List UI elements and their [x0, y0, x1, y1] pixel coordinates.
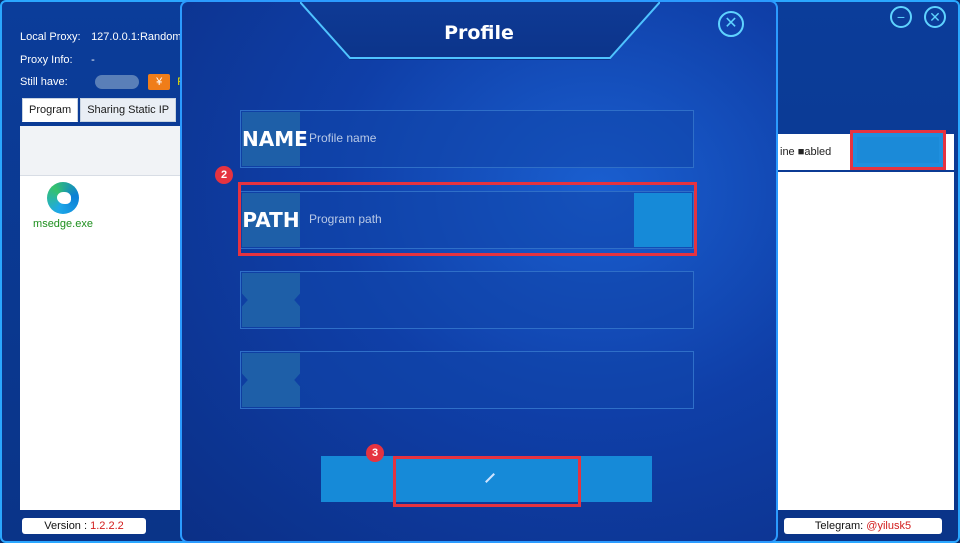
yen-icon[interactable]: ¥	[148, 74, 171, 90]
proxy-info-label: Proxy Info:	[20, 54, 73, 66]
tab-program[interactable]: Program	[22, 98, 79, 122]
program-item-msedge[interactable]: msedge.exe	[28, 182, 98, 230]
still-have-row: Still have: ¥ Re	[20, 74, 191, 90]
version-value: 1.2.2.2	[90, 520, 124, 532]
still-have-label: Still have:	[20, 75, 68, 88]
add-profile-button-face	[857, 137, 939, 163]
profile-list	[778, 172, 954, 510]
highlight-save	[393, 456, 581, 507]
tab-sharing-static-ip[interactable]: Sharing Static IP	[80, 98, 177, 122]
add-profile-button[interactable]	[850, 130, 946, 170]
edge-icon	[47, 182, 79, 214]
field-4-badge	[242, 353, 300, 407]
tab-bar: Program Sharing Static IP	[22, 98, 178, 122]
profile-name-field[interactable]: NAME Profile name	[240, 110, 694, 168]
proxy-info-value: -	[91, 54, 95, 66]
dialog-title: Profile	[444, 22, 514, 44]
version-badge: Version : 1.2.2.2	[22, 518, 146, 534]
local-proxy-value: 127.0.0.1:Random	[91, 31, 182, 43]
profile-name-input[interactable]: Profile name	[309, 131, 376, 145]
program-label: msedge.exe	[33, 218, 93, 230]
program-panel: msedge.exe	[20, 126, 185, 510]
close-icon[interactable]: ✕	[718, 11, 744, 37]
minimize-icon[interactable]: −	[890, 6, 912, 28]
column-label-enabled: ine ■abled	[780, 146, 832, 158]
profile-field-4[interactable]	[240, 351, 694, 409]
local-proxy-row: Local Proxy: 127.0.0.1:Random	[20, 31, 182, 43]
program-toolbar	[20, 126, 185, 176]
field-3-badge	[242, 273, 300, 327]
close-icon[interactable]: ✕	[924, 6, 946, 28]
step-marker-2: 2	[215, 166, 233, 184]
step-marker-3: 3	[366, 444, 384, 462]
highlight-path	[238, 182, 697, 256]
profile-field-3[interactable]	[240, 271, 694, 329]
name-badge: NAME	[242, 112, 308, 166]
version-label: Version :	[44, 520, 88, 532]
telegram-label: Telegram:	[814, 520, 864, 532]
balance-value	[95, 75, 140, 89]
local-proxy-label: Local Proxy:	[20, 31, 81, 43]
telegram-badge: Telegram: @yilusk5	[784, 518, 942, 534]
profile-dialog: Profile ✕ NAME Profile name PATH Program…	[180, 0, 778, 543]
proxy-info-row: Proxy Info: -	[20, 54, 95, 66]
telegram-link[interactable]: @yilusk5	[866, 520, 911, 532]
